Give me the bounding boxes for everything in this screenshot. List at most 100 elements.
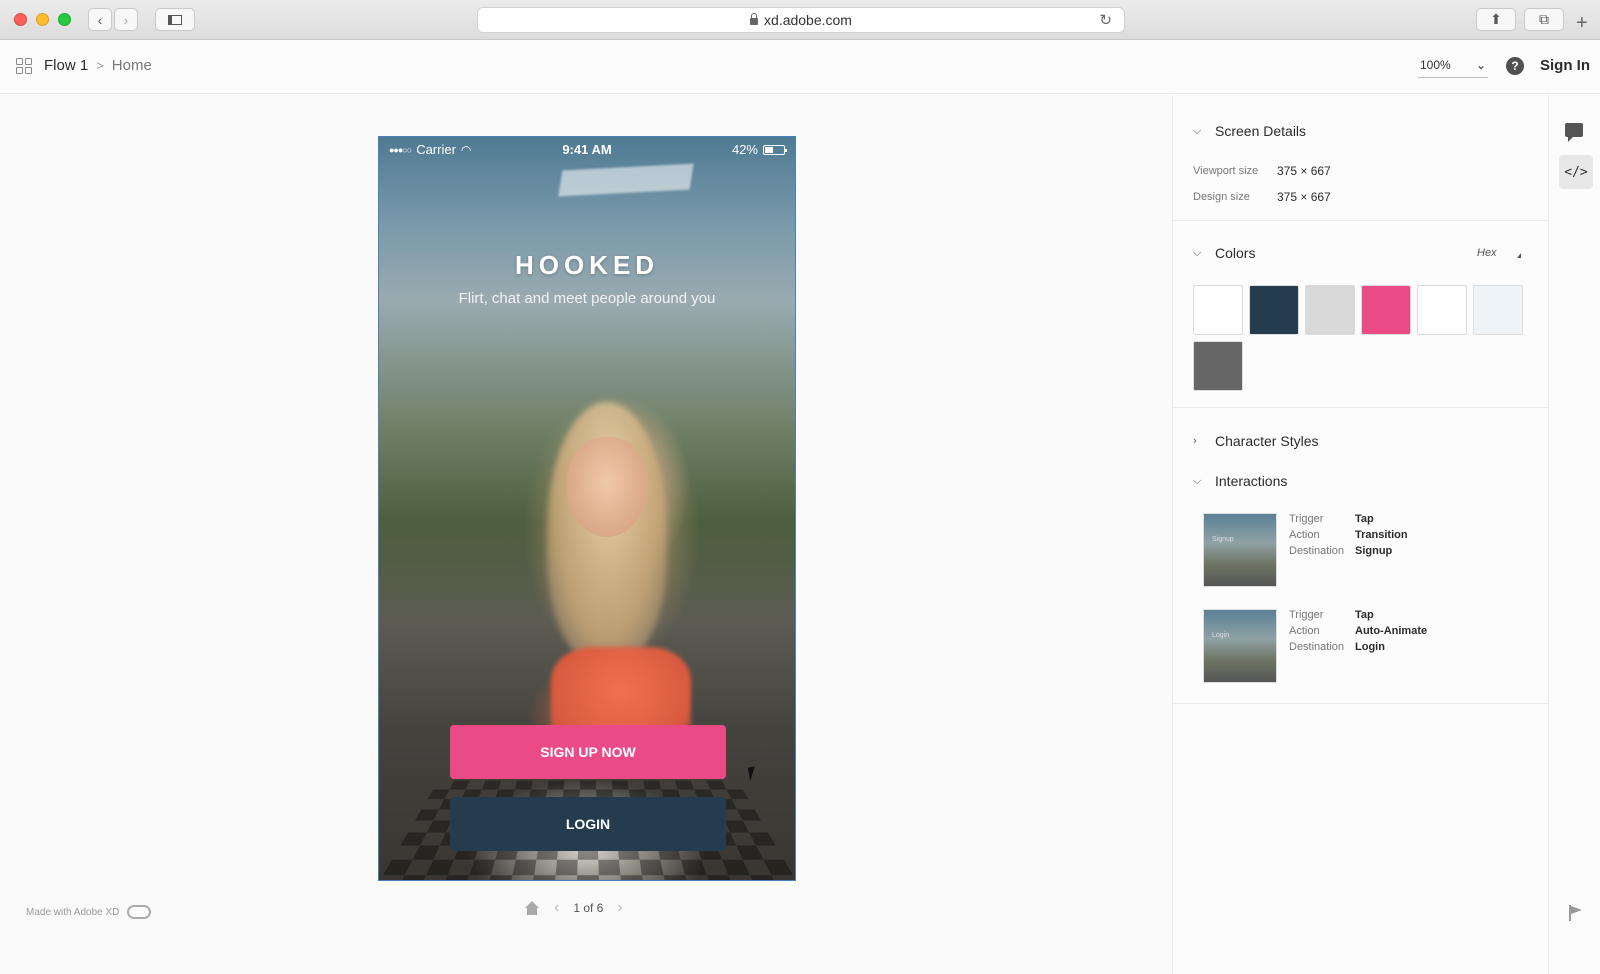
action-value: Auto-Animate — [1355, 625, 1428, 637]
trigger-label: Trigger — [1289, 513, 1324, 525]
next-screen-icon[interactable]: › — [617, 899, 622, 917]
minimize-window-button[interactable] — [36, 13, 49, 26]
design-size-value: 375 × 667 — [1277, 190, 1331, 204]
character-styles-header[interactable]: › Character Styles — [1193, 433, 1318, 449]
ios-status-bar: ●●●○○ Carrier ◠ 9:41 AM 42% — [379, 142, 795, 158]
color-swatch[interactable] — [1473, 285, 1523, 335]
breadcrumb-flow[interactable]: Flow 1 — [44, 57, 88, 74]
action-label: Action — [1289, 625, 1320, 637]
screen-details-header[interactable]: ⌵ Screen Details — [1193, 123, 1306, 139]
design-size-row: Design size 375 × 667 — [1193, 190, 1331, 204]
chevron-left-icon: ‹ — [97, 11, 103, 28]
colors-header[interactable]: ⌵ Colors — [1193, 245, 1255, 261]
color-swatch[interactable] — [1193, 285, 1243, 335]
breadcrumb-page: Home — [111, 57, 152, 74]
chevron-down-icon: ⌄ — [1475, 58, 1486, 72]
screen-details-title: Screen Details — [1215, 123, 1307, 139]
close-window-button[interactable] — [14, 13, 27, 26]
trigger-value: Tap — [1355, 609, 1374, 621]
battery-icon — [763, 144, 787, 155]
character-styles-title: Character Styles — [1215, 433, 1319, 449]
mouse-cursor-icon — [747, 766, 758, 782]
tabs-overview-button[interactable]: ⧉ — [1524, 8, 1564, 31]
trigger-label: Trigger — [1289, 609, 1324, 621]
sidebar-toggle-button[interactable] — [155, 8, 195, 31]
chevron-right-icon: › — [123, 11, 129, 28]
pager-label: 1 of 6 — [573, 901, 604, 915]
destination-thumbnail[interactable]: Login — [1203, 609, 1277, 683]
tabs-icon: ⧉ — [1539, 11, 1549, 27]
zoom-select[interactable]: 100% ⌄ — [1418, 58, 1488, 78]
breadcrumb: Flow 1 > Home — [44, 57, 152, 74]
share-button[interactable]: ⬆ — [1476, 8, 1516, 31]
color-swatch[interactable] — [1417, 285, 1467, 335]
color-swatch[interactable] — [1193, 341, 1243, 391]
viewport-size-value: 375 × 667 — [1277, 164, 1331, 178]
grid-icon[interactable] — [16, 58, 32, 74]
thumbnail-label: Signup — [1212, 536, 1234, 543]
flag-icon[interactable] — [1569, 905, 1583, 921]
chevron-down-icon: ⌵ — [1193, 124, 1202, 137]
divider — [1173, 407, 1549, 408]
viewport-size-row: Viewport size 375 × 667 — [1193, 164, 1331, 178]
divider — [1173, 220, 1549, 221]
home-icon[interactable] — [524, 901, 540, 915]
code-icon[interactable]: </> — [1559, 155, 1593, 189]
help-icon[interactable]: ? — [1506, 57, 1524, 75]
destination-value: Signup — [1355, 545, 1393, 557]
destination-label: Destination — [1289, 545, 1345, 557]
artboard-home[interactable]: ●●●○○ Carrier ◠ 9:41 AM 42% HOOKED Flirt… — [378, 136, 796, 881]
screen-pager: ‹ 1 of 6 › — [524, 899, 623, 917]
comment-icon[interactable] — [1565, 123, 1583, 142]
colors-title: Colors — [1215, 245, 1256, 261]
app-subtitle: Flirt, chat and meet people around you — [458, 290, 716, 307]
action-label: Action — [1289, 529, 1320, 541]
lock-icon — [750, 12, 759, 25]
chevron-down-icon: ⌵ — [1193, 246, 1202, 259]
prototype-canvas: ●●●○○ Carrier ◠ 9:41 AM 42% HOOKED Flirt… — [0, 95, 1172, 974]
creative-cloud-icon — [127, 905, 152, 919]
forward-button[interactable]: › — [114, 8, 138, 31]
chevron-right-icon: › — [1193, 435, 1197, 447]
breadcrumb-separator-icon: > — [96, 58, 104, 73]
viewport-size-label: Viewport size — [1193, 165, 1259, 177]
app-title: HOOKED — [514, 250, 660, 280]
destination-value: Login — [1355, 641, 1385, 653]
color-format-select[interactable]: Hex — [1477, 247, 1497, 259]
browser-toolbar: ‹ › xd.adobe.com ↻ ⬆ ⧉ + — [0, 0, 1600, 40]
chevron-down-icon: ⌵ — [1193, 474, 1202, 487]
login-button[interactable]: LOGIN — [450, 797, 726, 851]
dropdown-triangle-icon[interactable] — [1517, 253, 1521, 258]
thumbnail-label: Login — [1212, 632, 1230, 639]
sign-up-now-button[interactable]: SIGN UP NOW — [450, 725, 726, 779]
address-bar[interactable]: xd.adobe.com ↻ — [477, 7, 1125, 33]
new-tab-icon[interactable]: + — [1576, 12, 1588, 35]
maximize-window-button[interactable] — [58, 13, 71, 26]
divider — [1173, 703, 1549, 704]
previous-screen-icon[interactable]: ‹ — [554, 899, 559, 917]
color-swatch[interactable] — [1361, 285, 1411, 335]
made-with-adobe-xd[interactable]: Made with Adobe XD — [26, 905, 152, 919]
design-size-label: Design size — [1193, 191, 1250, 203]
action-value: Transition — [1355, 529, 1408, 541]
color-swatches — [1193, 285, 1533, 391]
made-with-label: Made with Adobe XD — [26, 906, 120, 918]
url-text: xd.adobe.com — [764, 12, 852, 28]
color-swatch[interactable] — [1305, 285, 1355, 335]
destination-thumbnail[interactable]: Signup — [1203, 513, 1277, 587]
interactions-header[interactable]: ⌵ Interactions — [1193, 473, 1287, 489]
battery-percent: 42% — [731, 142, 758, 157]
back-button[interactable]: ‹ — [88, 8, 112, 31]
right-rail: </> — [1548, 95, 1600, 974]
reload-icon[interactable]: ↻ — [1099, 11, 1112, 29]
inspector-panel: ⌵ Screen Details Viewport size 375 × 667… — [1172, 95, 1549, 974]
interactions-title: Interactions — [1215, 473, 1288, 489]
sign-in-link[interactable]: Sign In — [1540, 57, 1590, 74]
sidebar-icon — [168, 14, 182, 25]
destination-label: Destination — [1289, 641, 1345, 653]
color-swatch[interactable] — [1249, 285, 1299, 335]
trigger-value: Tap — [1355, 513, 1374, 525]
app-header: Flow 1 > Home 100% ⌄ ? Sign In — [0, 40, 1600, 94]
share-icon: ⬆ — [1490, 11, 1502, 27]
zoom-value: 100% — [1420, 58, 1451, 72]
